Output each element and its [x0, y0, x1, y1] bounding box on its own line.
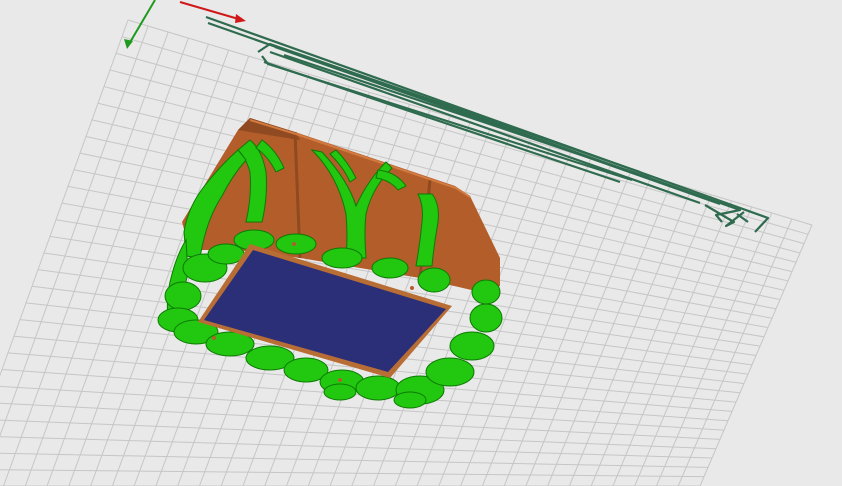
slicer-3d-viewport[interactable] — [0, 0, 842, 486]
x-axis-icon — [179, 1, 243, 21]
grid-line — [0, 19, 129, 377]
grid-line — [0, 469, 705, 478]
support-contact-dot — [410, 286, 414, 290]
y-axis-icon — [128, 0, 156, 45]
grid-line — [0, 436, 713, 459]
support-contact-dot — [338, 378, 342, 382]
grid-line — [0, 25, 149, 438]
x-axis-arrowhead-icon — [235, 14, 246, 23]
support-contact-dot — [292, 242, 296, 246]
support-contact-dot — [212, 336, 216, 340]
print-bed-scene[interactable] — [0, 0, 842, 486]
